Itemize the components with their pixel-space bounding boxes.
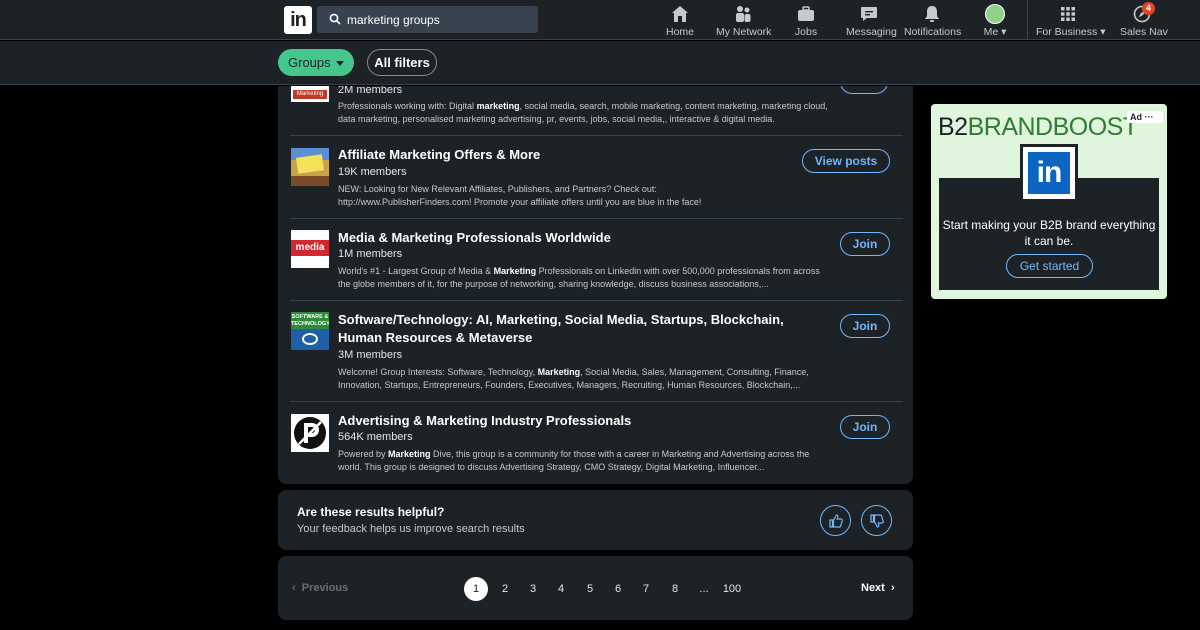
network-icon <box>736 6 751 22</box>
page-4[interactable]: 4 <box>549 577 573 601</box>
join-button[interactable] <box>840 86 888 94</box>
thumbs-up-icon <box>829 514 843 528</box>
join-button[interactable]: Join <box>840 314 890 338</box>
group-thumbnail: SOFTWARE & TECHNOLOGY <box>291 312 329 350</box>
ad-logo-text: in <box>1028 152 1070 194</box>
nav-messaging-label: Messaging <box>846 26 897 38</box>
page-7[interactable]: 7 <box>634 577 658 601</box>
page-5[interactable]: 5 <box>578 577 602 601</box>
group-description: Professionals working with: Digital mark… <box>338 101 828 124</box>
all-filters-button[interactable]: All filters <box>367 49 437 76</box>
bell-icon <box>925 6 939 22</box>
next-button[interactable]: Next › <box>861 582 895 594</box>
nav-me-label: Me ▾ <box>983 26 1007 38</box>
groups-filter-button[interactable]: Groups <box>278 49 354 76</box>
thumbnail-text: SOFTWARE & TECHNOLOGY <box>291 312 329 329</box>
nav-for-business-label: For Business ▾ <box>1036 26 1106 38</box>
page-100[interactable]: 100 <box>718 577 746 601</box>
thumbs-up-button[interactable] <box>820 505 851 536</box>
nav-sales-nav[interactable]: 4 Sales Nav <box>1120 2 1168 38</box>
result-row[interactable]: Affiliate Marketing Offers & More 19K me… <box>278 136 913 219</box>
previous-button[interactable]: ‹ Previous <box>292 582 348 594</box>
feedback-title: Are these results helpful? <box>297 505 445 519</box>
nav-home[interactable]: Home <box>664 4 696 38</box>
result-row[interactable]: Marketing 2M members Professionals worki… <box>278 86 913 136</box>
messaging-icon <box>861 7 877 21</box>
group-members: 2M members <box>338 86 403 96</box>
nav-sales-nav-label: Sales Nav <box>1120 26 1168 38</box>
groups-filter-label: Groups <box>288 55 331 70</box>
nav-home-label: Home <box>665 26 694 38</box>
nav-my-network[interactable]: My Network <box>716 4 772 38</box>
group-thumbnail <box>291 414 329 452</box>
advertising-logo-icon <box>294 417 326 449</box>
nav-messaging[interactable]: Messaging <box>846 4 897 38</box>
nav-jobs-label: Jobs <box>794 26 818 38</box>
page-8[interactable]: 8 <box>663 577 687 601</box>
group-description: Welcome! Group Interests: Software, Tech… <box>338 367 809 390</box>
pagination: ‹ Previous 1 2 3 4 5 6 7 8 ... 100 Next … <box>278 556 913 620</box>
results-card: Marketing 2M members Professionals worki… <box>278 86 913 484</box>
page-2[interactable]: 2 <box>493 577 517 601</box>
group-members: 3M members <box>338 349 403 361</box>
result-row[interactable]: Advertising & Marketing Industry Profess… <box>278 402 913 484</box>
search-bar[interactable] <box>317 6 538 33</box>
join-button[interactable]: Join <box>840 415 890 439</box>
search-icon <box>329 13 341 25</box>
ad-linkedin-logo: in <box>1020 144 1078 202</box>
ad-brand: B2BRANDBOOST <box>938 113 1138 141</box>
sidebar-ad[interactable]: B2BRANDBOOST Ad ··· Start making your B2… <box>931 104 1167 299</box>
group-description: Powered by Marketing Dive, this group is… <box>338 449 810 472</box>
group-title[interactable]: Software/Technology: AI, Marketing, Soci… <box>338 311 808 347</box>
result-row[interactable]: SOFTWARE & TECHNOLOGY Software/Technolog… <box>278 301 913 402</box>
group-title[interactable]: Advertising & Marketing Industry Profess… <box>338 412 808 430</box>
group-thumbnail <box>291 148 329 186</box>
group-description: NEW: Looking for New Relevant Affiliates… <box>338 184 702 207</box>
group-thumbnail: Marketing <box>291 86 329 102</box>
thumbs-down-icon <box>870 514 884 528</box>
home-icon <box>672 6 688 22</box>
group-title[interactable]: Affiliate Marketing Offers & More <box>338 146 808 164</box>
top-nav: in Home My Network Jobs Messaging Notifi… <box>0 0 1200 40</box>
ad-text: Start making your B2B brand everything i… <box>942 218 1156 248</box>
ad-tag[interactable]: Ad ··· <box>1127 111 1163 123</box>
view-posts-button[interactable]: View posts <box>802 149 890 173</box>
result-row[interactable]: media Media & Marketing Professionals Wo… <box>278 219 913 301</box>
grid-icon <box>1061 7 1075 21</box>
feedback-card: Are these results helpful? Your feedback… <box>278 490 913 550</box>
nav-me[interactable]: Me ▾ <box>980 4 1010 38</box>
group-title[interactable]: Media & Marketing Professionals Worldwid… <box>338 229 808 247</box>
group-members: 1M members <box>338 248 403 260</box>
linkedin-logo[interactable]: in <box>284 6 312 34</box>
nav-notifications[interactable]: Notifications <box>904 4 962 38</box>
thumbnail-text: media <box>291 240 329 256</box>
briefcase-icon <box>798 6 814 21</box>
filter-bar: Groups All filters <box>0 41 1200 85</box>
page-3[interactable]: 3 <box>521 577 545 601</box>
group-thumbnail: media <box>291 230 329 268</box>
thumbs-down-button[interactable] <box>861 505 892 536</box>
caret-down-icon <box>336 61 344 66</box>
nav-my-network-label: My Network <box>716 26 772 38</box>
page-1[interactable]: 1 <box>464 577 488 601</box>
get-started-button[interactable]: Get started <box>1006 254 1093 278</box>
nav-notifications-label: Notifications <box>904 26 962 38</box>
thumbnail-text: Marketing <box>293 90 327 99</box>
nav-separator <box>1027 0 1028 40</box>
group-members: 19K members <box>338 166 407 178</box>
group-members: 564K members <box>338 431 413 443</box>
page-6[interactable]: 6 <box>606 577 630 601</box>
search-input[interactable] <box>347 6 532 33</box>
nav-for-business[interactable]: For Business ▾ <box>1036 4 1106 38</box>
avatar <box>985 4 1005 24</box>
join-button[interactable]: Join <box>840 232 890 256</box>
page-ellipsis: ... <box>699 583 709 595</box>
nav-jobs[interactable]: Jobs <box>794 4 818 38</box>
feedback-subtitle: Your feedback helps us improve search re… <box>297 523 525 535</box>
group-description: World's #1 - Largest Group of Media & Ma… <box>338 266 820 289</box>
sales-nav-badge: 4 <box>1142 2 1155 15</box>
